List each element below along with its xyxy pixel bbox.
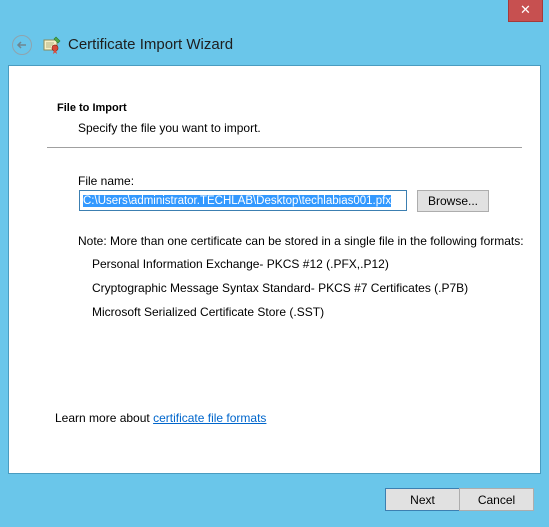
format-item: Cryptographic Message Syntax Standard- P… — [92, 281, 469, 295]
back-arrow-icon — [16, 41, 26, 49]
close-icon: ✕ — [520, 3, 531, 18]
format-item: Microsoft Serialized Certificate Store (… — [92, 305, 325, 319]
window-title: Certificate Import Wizard — [68, 36, 234, 53]
format-item: Personal Information Exchange- PKCS #12 … — [92, 257, 389, 271]
divider — [47, 147, 522, 148]
file-name-label: File name: — [78, 174, 135, 188]
back-button[interactable] — [12, 35, 32, 55]
formats-note: Note: More than one certificate can be s… — [78, 234, 524, 248]
cancel-button[interactable]: Cancel — [459, 488, 534, 511]
section-title: File to Import — [57, 102, 127, 114]
learn-more-text: Learn more about certificate file format… — [55, 411, 266, 425]
file-name-value: C:\Users\administrator.TECHLAB\Desktop\t… — [83, 195, 392, 207]
certificate-icon — [43, 36, 61, 54]
learn-more-prefix: Learn more about — [55, 411, 154, 425]
browse-button[interactable]: Browse... — [417, 190, 489, 212]
wizard-content: File to Import Specify the file you want… — [8, 65, 541, 474]
close-button[interactable]: ✕ — [508, 0, 543, 22]
wizard-window: ✕ Certificate Import Wizard File to Impo… — [0, 0, 549, 527]
certificate-formats-link[interactable]: certificate file formats — [153, 411, 266, 425]
file-name-input[interactable]: C:\Users\administrator.TECHLAB\Desktop\t… — [79, 190, 407, 211]
next-button[interactable]: Next — [385, 488, 460, 511]
section-description: Specify the file you want to import. — [78, 121, 261, 135]
